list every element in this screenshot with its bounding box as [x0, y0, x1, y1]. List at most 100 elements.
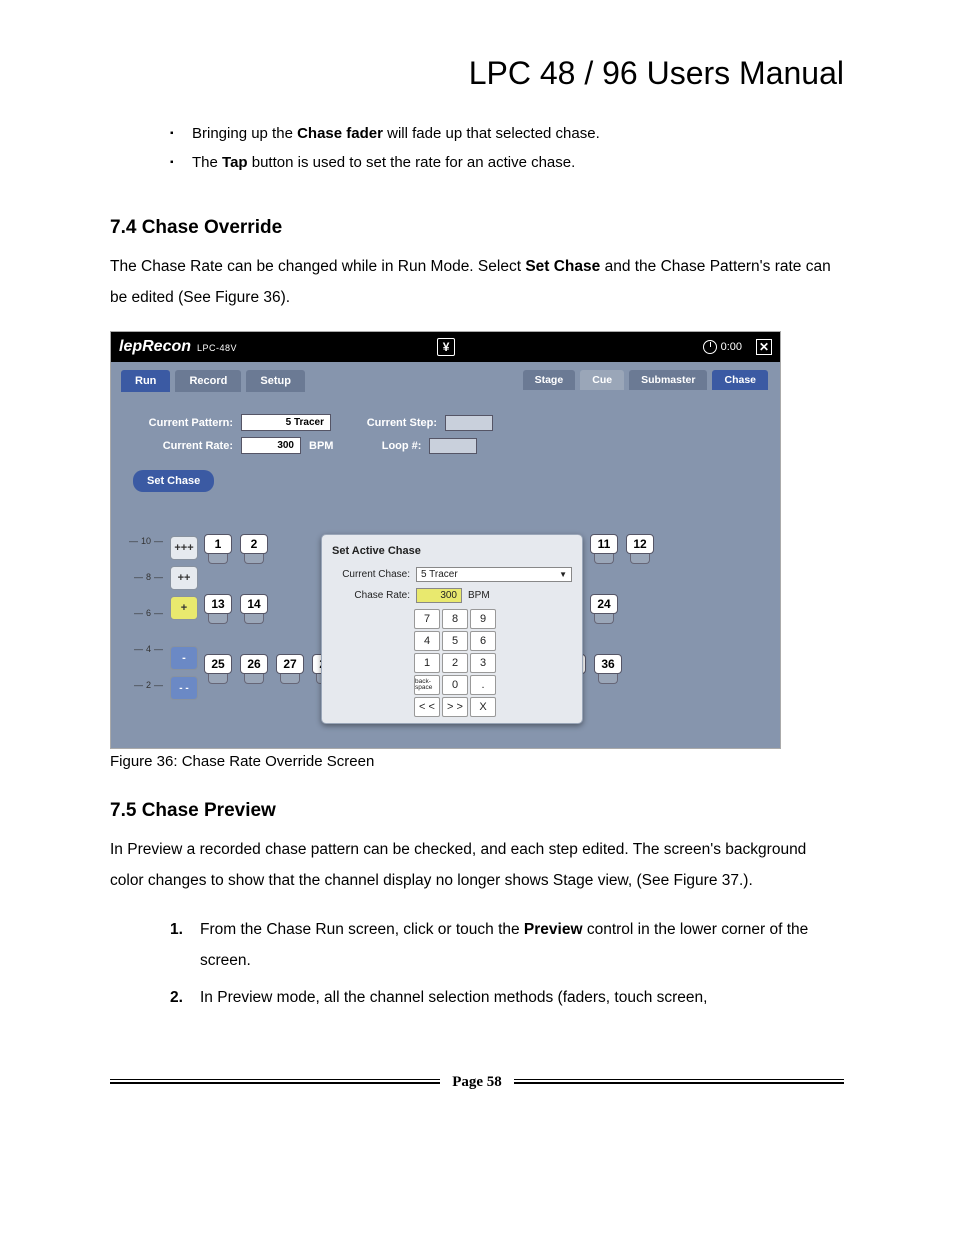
text: From the Chase Run screen, click or touc… [200, 921, 524, 938]
section-7-4-heading: 7.4 Chase Override [110, 217, 844, 239]
keypad-right[interactable]: > > [442, 697, 468, 717]
keypad-8[interactable]: 8 [442, 609, 468, 629]
intro-bullets: Bringing up the Chase fader will fade up… [170, 120, 844, 177]
rate-unit: BPM [309, 440, 333, 452]
brand-logo: lepRecon LPC-48V [119, 338, 237, 356]
inc-plus1-button[interactable]: + [170, 596, 198, 620]
channel-13[interactable]: 13 [203, 594, 233, 624]
axis-tick-10: 10 [129, 536, 163, 546]
keypad-dot[interactable]: . [470, 675, 496, 695]
channel-24[interactable]: 24 [589, 594, 619, 624]
numeric-keypad: 7 8 9 4 5 6 1 2 3 back- space 0 . < < > … [414, 609, 572, 717]
model-text: LPC-48V [197, 343, 237, 353]
channel-2[interactable]: 2 [239, 534, 269, 564]
axis-tick-6: 6 [134, 608, 163, 618]
keypad-x[interactable]: X [470, 697, 496, 717]
dropdown-caret-icon: ▼ [559, 570, 567, 579]
dialog-title: Set Active Chase [332, 545, 572, 557]
page-number: Page 58 [440, 1074, 514, 1090]
channel-14[interactable]: 14 [239, 594, 269, 624]
page-footer: Page 58 [110, 1073, 844, 1091]
current-step-label: Current Step: [357, 417, 437, 429]
keypad-5[interactable]: 5 [442, 631, 468, 651]
channel-36[interactable]: 36 [593, 654, 623, 684]
main-tabs: Run Record Setup [121, 370, 307, 392]
channel-12[interactable]: 12 [625, 534, 655, 564]
tab-setup[interactable]: Setup [246, 370, 305, 392]
level-axis: 10 8 6 4 2 [125, 532, 165, 748]
section-7-4-body: The Chase Rate can be changed while in R… [110, 251, 844, 313]
keypad-left[interactable]: < < [414, 697, 440, 717]
clock: 0:00 [703, 340, 742, 354]
text: will fade up that selected chase. [383, 125, 600, 142]
keypad-backspace[interactable]: back- space [414, 675, 440, 695]
current-chase-label: Current Chase: [332, 569, 410, 580]
close-icon[interactable]: ✕ [756, 339, 772, 355]
channel-25[interactable]: 25 [203, 654, 233, 684]
channel-11[interactable]: 11 [589, 534, 619, 564]
keypad-1[interactable]: 1 [414, 653, 440, 673]
keypad-9[interactable]: 9 [470, 609, 496, 629]
channel-1[interactable]: 1 [203, 534, 233, 564]
dec-minus1-button[interactable]: - [170, 646, 198, 670]
inc-plus2-button[interactable]: ++ [170, 566, 198, 590]
view-tabs: Stage Cue Submaster Chase [523, 370, 770, 390]
keypad-0[interactable]: 0 [442, 675, 468, 695]
inc-plus3-button[interactable]: +++ [170, 536, 198, 560]
text: The Chase Rate can be changed while in R… [110, 258, 525, 275]
current-rate-label: Current Rate: [133, 440, 233, 452]
tab-submaster[interactable]: Submaster [629, 370, 707, 390]
current-pattern-label: Current Pattern: [133, 417, 233, 429]
tab-record[interactable]: Record [175, 370, 241, 392]
keypad-2[interactable]: 2 [442, 653, 468, 673]
axis-tick-8: 8 [134, 572, 163, 582]
set-chase-label: Set Chase [147, 475, 200, 487]
keypad-7[interactable]: 7 [414, 609, 440, 629]
section-7-5-heading: 7.5 Chase Preview [110, 800, 844, 822]
text: button is used to set the rate for an ac… [248, 154, 576, 171]
step-2: In Preview mode, all the channel selecti… [170, 982, 844, 1013]
step-1: From the Chase Run screen, click or touc… [170, 914, 844, 976]
bullet-tap: The Tap button is used to set the rate f… [170, 149, 844, 178]
channel-26[interactable]: 26 [239, 654, 269, 684]
channel-27[interactable]: 27 [275, 654, 305, 684]
chase-rate-label: Chase Rate: [332, 590, 410, 601]
clock-time: 0:00 [721, 341, 742, 353]
term-preview: Preview [524, 921, 583, 938]
keypad-4[interactable]: 4 [414, 631, 440, 651]
app-titlebar: lepRecon LPC-48V ¥ 0:00 ✕ [111, 332, 780, 362]
dec-minus2-button[interactable]: - - [170, 676, 198, 700]
current-rate-value: 300 [241, 437, 301, 454]
clock-icon [703, 340, 717, 354]
status-block: Current Pattern: 5 Tracer Current Step: … [133, 414, 758, 454]
loop-label: Loop #: [359, 440, 421, 452]
chase-rate-input[interactable]: 300 [416, 588, 462, 603]
bullet-chase-fader: Bringing up the Chase fader will fade up… [170, 120, 844, 149]
current-chase-dropdown[interactable]: 5 Tracer ▼ [416, 567, 572, 582]
set-chase-button[interactable]: Set Chase [133, 470, 214, 492]
tab-chase[interactable]: Chase [712, 370, 768, 390]
loop-value [429, 438, 477, 454]
tab-stage[interactable]: Stage [523, 370, 576, 390]
tool-icon[interactable]: ¥ [437, 338, 455, 356]
text: In Preview mode, all the channel selecti… [200, 989, 707, 1006]
brand-text: lepRecon [119, 338, 191, 356]
current-step-value [445, 415, 493, 431]
tab-cue[interactable]: Cue [580, 370, 624, 390]
tab-run[interactable]: Run [121, 370, 170, 392]
increment-buttons: +++ ++ + - - - [169, 532, 199, 748]
text: The [192, 154, 222, 171]
term-tap: Tap [222, 154, 248, 171]
document-title: LPC 48 / 96 Users Manual [110, 55, 844, 92]
section-7-5-steps: From the Chase Run screen, click or touc… [170, 914, 844, 1013]
text: Bringing up the [192, 125, 297, 142]
chase-rate-unit: BPM [468, 590, 490, 601]
keypad-6[interactable]: 6 [470, 631, 496, 651]
figure-36-caption: Figure 36: Chase Rate Override Screen [110, 753, 844, 770]
term-set-chase: Set Chase [525, 258, 600, 275]
axis-tick-4: 4 [134, 644, 163, 654]
axis-tick-2: 2 [134, 680, 163, 690]
current-pattern-value: 5 Tracer [241, 414, 331, 431]
term-chase-fader: Chase fader [297, 125, 383, 142]
keypad-3[interactable]: 3 [470, 653, 496, 673]
